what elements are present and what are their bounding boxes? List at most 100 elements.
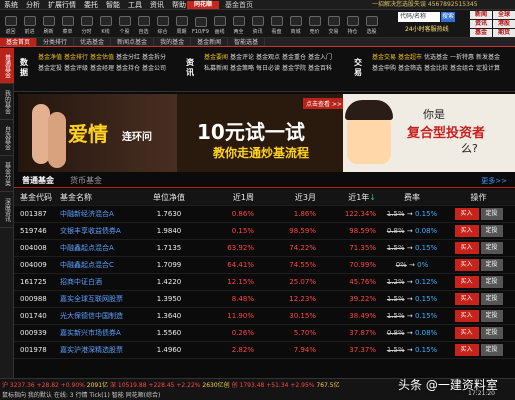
fund-code[interactable]: 161725 xyxy=(14,278,56,286)
buy-button[interactable]: 买入 xyxy=(454,293,479,305)
toolbar-button-11[interactable]: 画线 xyxy=(211,13,228,35)
fund-type-tab-1[interactable]: 货币基金 xyxy=(62,175,110,186)
header-cell[interactable]: 费率 xyxy=(382,192,442,203)
toolbar-button-5[interactable]: K线 xyxy=(97,13,114,35)
header-cell[interactable]: 单位净值 xyxy=(138,192,200,203)
dca-button[interactable]: 定投 xyxy=(480,310,503,322)
sidebar-item-1[interactable]: 我的基金 xyxy=(0,84,14,120)
toolbar-button-9[interactable]: 周期 xyxy=(173,13,190,35)
fund-code[interactable]: 519746 xyxy=(14,227,56,235)
category-link[interactable]: 基金筛选 xyxy=(398,65,424,73)
table-row[interactable]: 004008 中融鑫起点混合A 1.7135 63.92% 74.22% 71.35% 1.… xyxy=(14,240,515,257)
table-row[interactable]: 001978 嘉实沪港深精选股票 1.4960 2.82% 7.94% 37.37% 1.5… xyxy=(14,342,515,359)
table-row[interactable]: 519746 交银丰享收益债券A 1.9840 0.15% 98.59% 98.59% 0.… xyxy=(14,223,515,240)
toolbar-button-4[interactable]: 分时 xyxy=(78,13,95,35)
dca-button[interactable]: 定投 xyxy=(480,208,503,220)
category-link[interactable]: 基金重仓 xyxy=(282,54,308,62)
trial-banner[interactable]: 点击查看 >> 10元试一试 教你走通炒基流程 xyxy=(177,94,357,172)
category-link[interactable]: 基金组合 xyxy=(450,65,476,73)
category-link[interactable]: 基金公司 xyxy=(142,65,168,73)
category-link[interactable]: 基金百科 xyxy=(308,65,334,73)
category-link[interactable]: 优选基金 xyxy=(424,54,450,62)
fund-name[interactable]: 中融鑫起点混合C xyxy=(56,260,138,270)
fund-name[interactable]: 嘉实全球互联网股票 xyxy=(56,294,138,304)
buy-button[interactable]: 买入 xyxy=(454,242,479,254)
quick-link-5[interactable]: 期货 xyxy=(493,29,515,37)
fund-code[interactable]: 004008 xyxy=(14,244,56,252)
fund-code[interactable]: 001740 xyxy=(14,312,56,320)
toolbar-button-14[interactable]: 看盘 xyxy=(268,13,285,35)
toolbar-button-6[interactable]: 个股 xyxy=(116,13,133,35)
category-link[interactable]: 基金要闻 xyxy=(204,54,230,62)
category-link[interactable]: 一折特惠 xyxy=(450,54,476,62)
tab-1[interactable]: 分类排行 xyxy=(37,38,75,46)
fund-name[interactable]: 中融新经济混合A xyxy=(56,209,138,219)
fund-name[interactable]: 中融鑫起点混合A xyxy=(56,243,138,253)
menu-item-3[interactable]: 委托 xyxy=(80,0,102,10)
quick-link-2[interactable]: 资讯 xyxy=(470,20,492,28)
tab-5[interactable]: 基金新闻 xyxy=(191,38,229,46)
fund-name[interactable]: 招商中证白酒 xyxy=(56,277,138,287)
header-cell[interactable]: 基金名称 xyxy=(56,192,138,203)
category-link[interactable]: 基金比较 xyxy=(424,65,450,73)
sidebar-item-0[interactable]: 普通基金 xyxy=(0,48,14,84)
fund-name[interactable]: 光大保德信中国制造 xyxy=(56,311,138,321)
menu-item-2[interactable]: 扩展行情 xyxy=(44,0,80,10)
category-link[interactable]: 基金净值 xyxy=(38,54,64,62)
toolbar-button-17[interactable]: 交易 xyxy=(325,13,342,35)
category-link[interactable]: 私募新闻 xyxy=(204,65,230,73)
fund-name[interactable]: 嘉实新兴市场债券A xyxy=(56,328,138,338)
category-link[interactable]: 基金持仓 xyxy=(116,65,142,73)
toolbar-button-1[interactable]: 前进 xyxy=(21,13,38,35)
menu-item-4[interactable]: 智能 xyxy=(102,0,124,10)
search-button[interactable]: 搜索 xyxy=(441,12,455,22)
table-row[interactable]: 161725 招商中证白酒 1.4220 12.15% 25.07% 45.76% 1.2%… xyxy=(14,274,515,291)
quick-link-3[interactable]: 港股 xyxy=(493,20,515,28)
category-link[interactable]: 基金排行 xyxy=(64,54,90,62)
quick-link-0[interactable]: 新闻 xyxy=(470,11,492,19)
fund-code[interactable]: 001978 xyxy=(14,346,56,354)
toolbar-button-8[interactable]: 综合 xyxy=(154,13,171,35)
tab-6[interactable]: 智能选基 xyxy=(228,38,266,46)
toolbar-button-0[interactable]: 返回 xyxy=(2,13,19,35)
fund-code[interactable]: 000939 xyxy=(14,329,56,337)
buy-button[interactable]: 买入 xyxy=(454,225,479,237)
buy-button[interactable]: 买入 xyxy=(454,327,479,339)
tab-2[interactable]: 优选基金 xyxy=(74,38,112,46)
view-more-button[interactable]: 点击查看 >> xyxy=(303,98,345,109)
toolbar-button-7[interactable]: 自选 xyxy=(135,13,152,35)
sidebar-item-3[interactable]: 基金分类 xyxy=(0,156,14,192)
category-link[interactable]: 定投计算 xyxy=(476,65,502,73)
menu-item-6[interactable]: 资讯 xyxy=(146,0,168,10)
table-row[interactable]: 004009 中融鑫起点混合C 1.7099 64.41% 74.55% 70.99% 0%… xyxy=(14,257,515,274)
table-row[interactable]: 000988 嘉实全球互联网股票 1.3950 8.48% 12.23% 39.22% 1.… xyxy=(14,291,515,308)
category-link[interactable]: 基金定投 xyxy=(38,65,64,73)
search-input[interactable]: 代码/名称 xyxy=(398,12,440,22)
dca-button[interactable]: 定投 xyxy=(480,344,503,356)
buy-button[interactable]: 买入 xyxy=(454,259,479,271)
fund-code[interactable]: 001387 xyxy=(14,210,56,218)
dca-button[interactable]: 定投 xyxy=(480,242,503,254)
toolbar-button-19[interactable]: 选股 xyxy=(363,13,380,35)
more-link[interactable]: 更多>> xyxy=(481,176,507,186)
fund-name[interactable]: 交银丰享收益债券A xyxy=(56,226,138,236)
dca-button[interactable]: 定投 xyxy=(480,293,503,305)
toolbar-button-2[interactable]: 刷新 xyxy=(40,13,57,35)
category-link[interactable]: 基金评级 xyxy=(64,65,90,73)
category-link[interactable]: 每日必读 xyxy=(256,65,282,73)
table-row[interactable]: 001387 中融新经济混合A 1.7630 0.86% 1.86% 122.34% 1.5… xyxy=(14,206,515,223)
buy-button[interactable]: 买入 xyxy=(454,310,479,322)
toolbar-button-16[interactable]: 竞价 xyxy=(306,13,323,35)
category-link[interactable]: 基金申购 xyxy=(372,65,398,73)
buy-button[interactable]: 买入 xyxy=(454,208,479,220)
category-link[interactable]: 基金估值 xyxy=(90,54,116,62)
category-link[interactable]: 基金交易 xyxy=(372,54,398,62)
toolbar-button-13[interactable]: 资讯 xyxy=(249,13,266,35)
category-link[interactable]: 基金学院 xyxy=(282,65,308,73)
dca-button[interactable]: 定投 xyxy=(480,276,503,288)
toolbar-button-18[interactable]: 持仓 xyxy=(344,13,361,35)
table-row[interactable]: 000939 嘉实新兴市场债券A 1.5560 0.26% 5.70% 37.87% 0.8… xyxy=(14,325,515,342)
category-link[interactable]: 基金评论 xyxy=(230,54,256,62)
quick-link-1[interactable]: 全球 xyxy=(493,11,515,19)
category-link[interactable]: 基金入门 xyxy=(308,54,334,62)
